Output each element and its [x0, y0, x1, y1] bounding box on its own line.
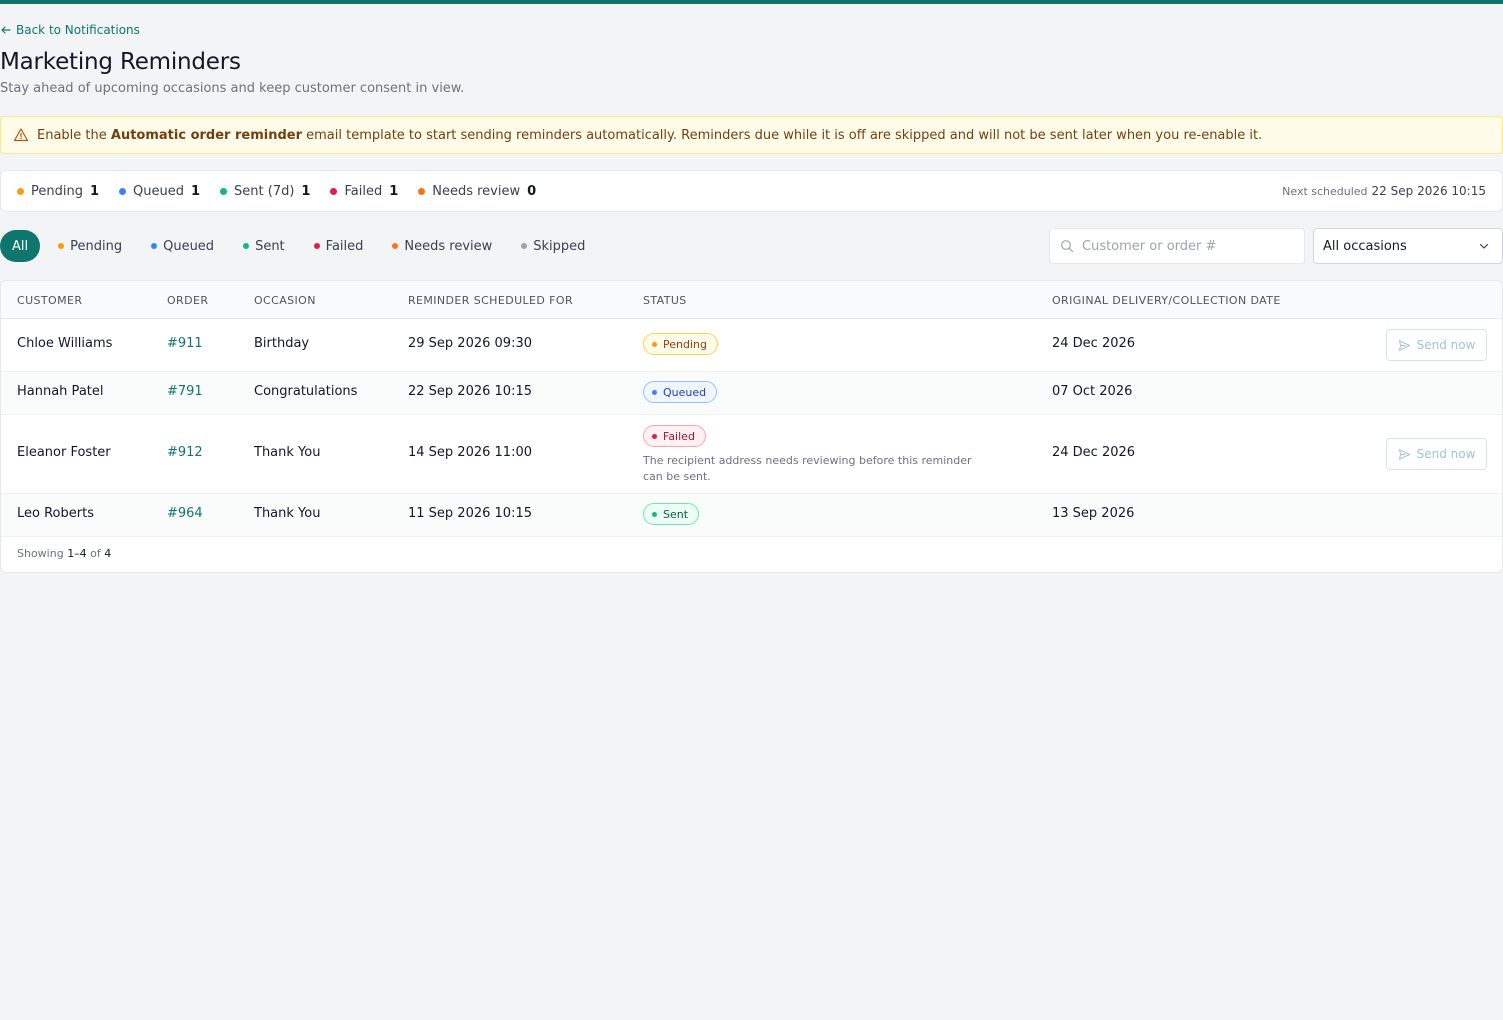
- column-header-original-date[interactable]: Original delivery/collection date: [1052, 294, 1281, 307]
- column-header-customer[interactable]: Customer: [17, 294, 82, 307]
- queued-dot-icon: [119, 187, 127, 195]
- original-date: 07 Oct 2026: [1052, 384, 1133, 399]
- order-link[interactable]: #911: [167, 336, 203, 351]
- filter-needs-review[interactable]: Needs review: [392, 239, 492, 254]
- alert-text: Enable the Automatic order reminder emai…: [37, 127, 1263, 143]
- summary-pending: Pending 1: [17, 184, 99, 199]
- column-header-occasion[interactable]: Occasion: [254, 294, 316, 307]
- scheduled-time: 29 Sep 2026 09:30: [408, 336, 532, 351]
- order-link[interactable]: #791: [167, 384, 203, 399]
- order-link[interactable]: #964: [167, 506, 203, 521]
- page-subtitle: Stay ahead of upcoming occasions and kee…: [0, 81, 465, 96]
- filter-sent[interactable]: Sent: [243, 239, 285, 254]
- status-cell: Sent: [643, 503, 700, 525]
- filter-all[interactable]: All: [0, 230, 41, 262]
- filter-queued[interactable]: Queued: [151, 239, 214, 254]
- pending-dot-icon: [58, 243, 65, 249]
- column-header-scheduled[interactable]: Reminder scheduled for: [408, 294, 573, 307]
- summary-count: 0: [527, 183, 537, 199]
- send-now-button[interactable]: Send now: [1386, 329, 1487, 361]
- status-badge: Queued: [643, 381, 718, 403]
- table-header: Customer Order Occasion Reminder schedul…: [1, 281, 1502, 319]
- failed-dot-icon: [313, 243, 320, 249]
- status-dot-icon: [652, 341, 657, 347]
- needs-review-dot-icon: [418, 187, 426, 195]
- sent-dot-icon: [243, 243, 250, 249]
- original-date: 24 Dec 2026: [1052, 445, 1136, 460]
- status-dot-icon: [652, 511, 657, 517]
- customer-name: Hannah Patel: [17, 384, 104, 399]
- status-summary-bar: Pending 1 Queued 1 Sent (7d) 1 Failed 1 …: [0, 170, 1503, 212]
- occasion-select[interactable]: All occasions: [1313, 228, 1503, 264]
- search-input[interactable]: [1082, 238, 1282, 254]
- column-header-status[interactable]: Status: [643, 294, 687, 307]
- original-date: 13 Sep 2026: [1052, 506, 1135, 521]
- table-row: Hannah Patel #791 Congratulations 22 Sep…: [1, 372, 1502, 415]
- reminders-table: Customer Order Occasion Reminder schedul…: [0, 280, 1503, 573]
- customer-name: Chloe Williams: [17, 336, 113, 351]
- table-row: Chloe Williams #911 Birthday 29 Sep 2026…: [1, 319, 1502, 372]
- chevron-down-icon: [1479, 243, 1489, 249]
- status-cell: Failed The recipient address needs revie…: [643, 425, 973, 485]
- warning-triangle-icon: [13, 128, 29, 142]
- sent-dot-icon: [220, 187, 228, 195]
- occasion: Thank You: [254, 445, 321, 460]
- pagination-summary: Showing 1–4 of 4: [17, 547, 112, 560]
- next-scheduled: Next scheduled 22 Sep 2026 10:15: [1282, 184, 1486, 198]
- summary-needs-review: Needs review 0: [418, 184, 536, 199]
- order-link[interactable]: #912: [167, 445, 203, 460]
- original-date: 24 Dec 2026: [1052, 336, 1136, 351]
- summary-count: 1: [301, 183, 311, 199]
- send-now-button[interactable]: Send now: [1386, 438, 1487, 470]
- scheduled-time: 14 Sep 2026 11:00: [408, 445, 532, 460]
- occasion: Congratulations: [254, 384, 358, 399]
- summary-queued: Queued 1: [119, 184, 200, 199]
- status-cell: Queued: [643, 381, 718, 403]
- occasion: Thank You: [254, 506, 321, 521]
- table-row: Eleanor Foster #912 Thank You 14 Sep 202…: [1, 415, 1502, 494]
- scheduled-time: 11 Sep 2026 10:15: [408, 506, 532, 521]
- failed-dot-icon: [330, 187, 338, 195]
- summary-sent: Sent (7d) 1: [220, 184, 310, 199]
- status-badge: Pending: [643, 333, 718, 355]
- template-disabled-alert: Enable the Automatic order reminder emai…: [0, 116, 1503, 154]
- back-link-label: Back to Notifications: [16, 23, 140, 37]
- skipped-dot-icon: [521, 243, 528, 249]
- status-badge: Sent: [643, 503, 700, 525]
- scheduled-time: 22 Sep 2026 10:15: [408, 384, 532, 399]
- pending-dot-icon: [17, 187, 24, 195]
- failure-reason: The recipient address needs reviewing be…: [643, 454, 972, 483]
- search-box: [1049, 228, 1305, 264]
- status-dot-icon: [652, 433, 657, 439]
- customer-name: Leo Roberts: [17, 506, 94, 521]
- send-icon: [1398, 448, 1410, 460]
- alert-template-name: Automatic order reminder: [110, 127, 302, 143]
- needs-review-dot-icon: [392, 243, 399, 249]
- send-icon: [1398, 339, 1410, 351]
- occasion: Birthday: [254, 336, 310, 351]
- filter-pending[interactable]: Pending: [58, 239, 122, 254]
- status-cell: Pending: [643, 333, 718, 355]
- summary-failed: Failed 1: [330, 184, 398, 199]
- column-header-order[interactable]: Order: [167, 294, 208, 307]
- table-row: Leo Roberts #964 Thank You 11 Sep 2026 1…: [1, 494, 1502, 537]
- filter-skipped[interactable]: Skipped: [521, 239, 585, 254]
- status-filter-tabs: All Pending Queued Sent Failed Needs rev…: [0, 230, 614, 262]
- page-title: Marketing Reminders: [0, 49, 241, 75]
- filter-failed[interactable]: Failed: [313, 239, 363, 254]
- back-to-notifications-link[interactable]: Back to Notifications: [0, 22, 140, 38]
- status-badge: Failed: [643, 425, 706, 447]
- queued-dot-icon: [151, 243, 158, 249]
- top-accent-bar: [0, 0, 1503, 4]
- occasion-select-value: All occasions: [1323, 238, 1407, 254]
- summary-count: 1: [89, 183, 100, 199]
- search-icon: [1061, 240, 1074, 253]
- status-dot-icon: [652, 389, 657, 395]
- customer-name: Eleanor Foster: [17, 445, 111, 460]
- summary-count: 1: [389, 183, 399, 199]
- arrow-left-icon: [1, 26, 11, 34]
- summary-count: 1: [190, 183, 201, 199]
- next-scheduled-value: 22 Sep 2026 10:15: [1371, 184, 1486, 198]
